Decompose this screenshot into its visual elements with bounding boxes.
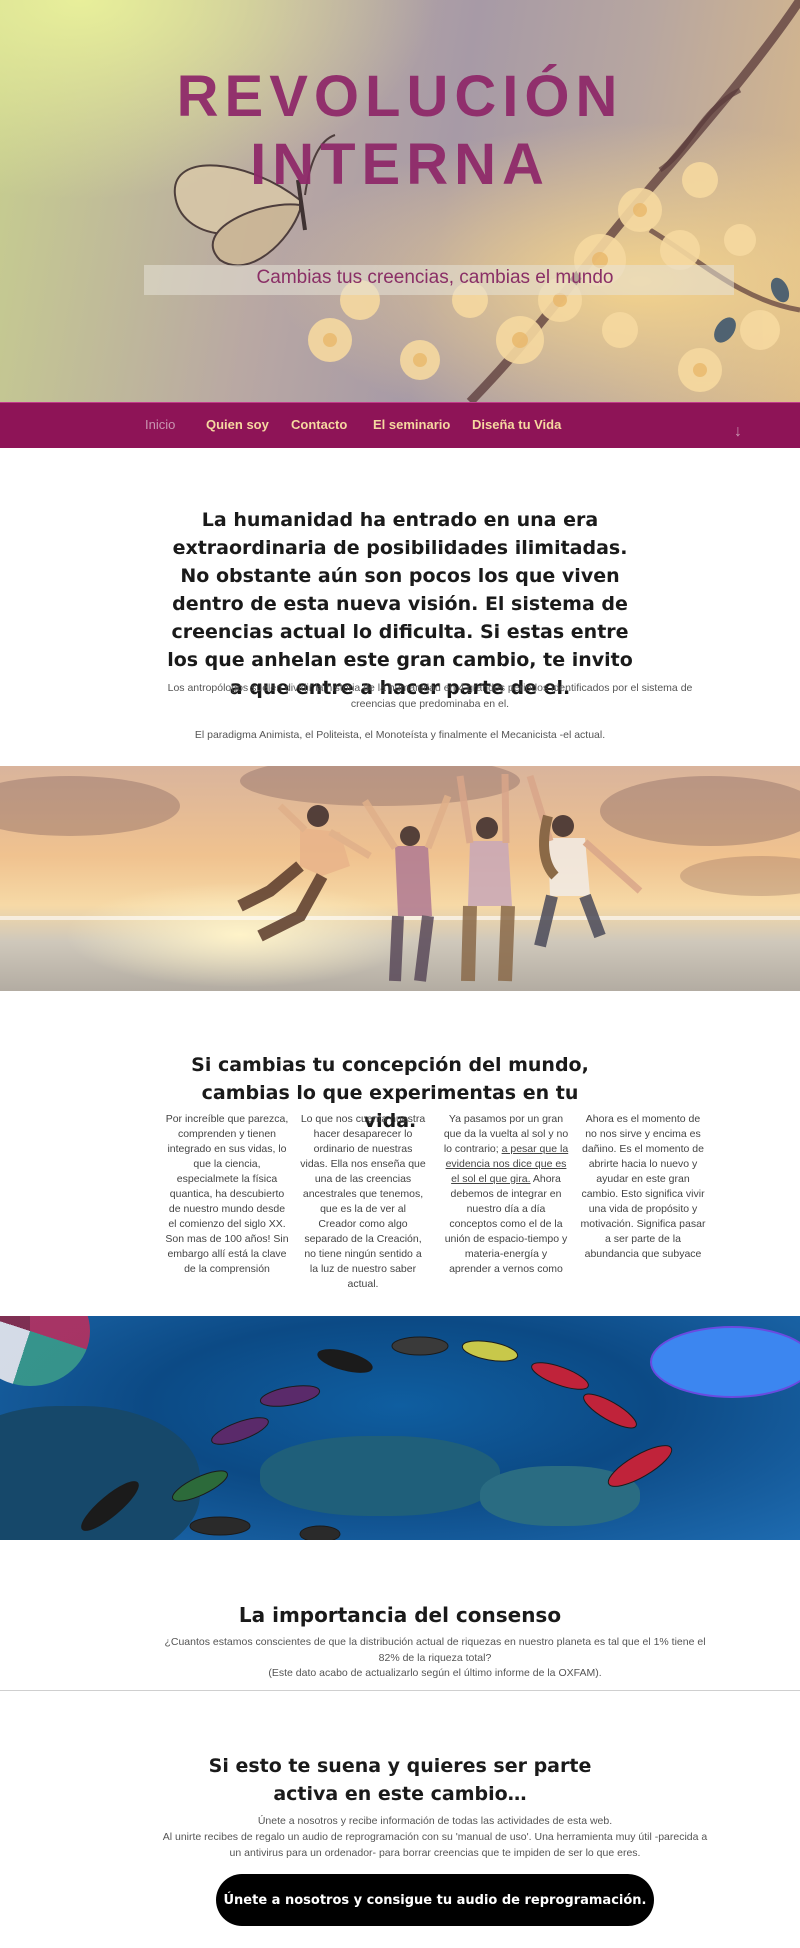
nav-item-el-seminario[interactable]: El seminario xyxy=(373,417,450,432)
consenso-paragraph-1: ¿Cuantos estamos conscientes de que la d… xyxy=(164,1636,706,1664)
nav-item-disena-tu-vida[interactable]: Diseña tu Vida xyxy=(472,417,561,432)
friends-jumping-beach-image xyxy=(0,766,800,991)
section-heading-consenso: La importancia del consenso xyxy=(238,1603,562,1627)
blossom-branch-image xyxy=(173,0,800,402)
consenso-paragraph-2: (Este dato acabo de actualizarlo según e… xyxy=(268,1667,602,1679)
site-title-line1: REVOLUCIÓN xyxy=(176,64,624,129)
cta-paragraph-1: Únete a nosotros y recibe información de… xyxy=(257,1815,613,1827)
section-divider xyxy=(0,1690,800,1691)
column-text-1: Por increíble que parezca, comprenden y … xyxy=(165,1113,289,1275)
column-text-2: Lo que nos cuenta nuestra hacer desapare… xyxy=(300,1113,426,1290)
column-3-text-b: Ahora debemos de integrar en nuestro día… xyxy=(444,1173,568,1275)
cta-paragraph-2: Al unirte recibes de regalo un audio de … xyxy=(162,1831,708,1859)
cta-heading: Si esto te suena y quieres ser parte act… xyxy=(208,1755,592,1805)
intro-paragraph-2: El paradigma Animista, el Politeista, el… xyxy=(194,729,606,741)
hero-banner: REVOLUCIÓN INTERNA Cambias tus creencias… xyxy=(0,0,800,402)
site-tagline: Cambias tus creencias, cambias el mundo xyxy=(256,267,614,288)
skydivers-formation-image xyxy=(0,1316,800,1540)
main-navigation: Inicio Quien soy Contacto El seminario D… xyxy=(0,402,800,448)
column-text-4: Ahora es el momento de no nos sirve y en… xyxy=(580,1113,706,1260)
arrow-down-icon[interactable]: ↓ xyxy=(734,423,742,441)
nav-item-inicio[interactable]: Inicio xyxy=(145,417,175,432)
nav-item-contacto[interactable]: Contacto xyxy=(291,417,347,432)
join-audio-button[interactable]: Únete a nosotros y consigue tu audio de … xyxy=(216,1874,654,1926)
site-title-line2: INTERNA xyxy=(250,132,550,197)
intro-paragraph-1: Los antropólogos suelen dividir la histo… xyxy=(167,682,693,710)
intro-lead: La humanidad ha entrado en una era extra… xyxy=(167,509,633,699)
column-text-3: Ya pasamos por un gran que da la vuelta … xyxy=(443,1112,569,1277)
nav-item-quien-soy[interactable]: Quien soy xyxy=(206,417,269,432)
